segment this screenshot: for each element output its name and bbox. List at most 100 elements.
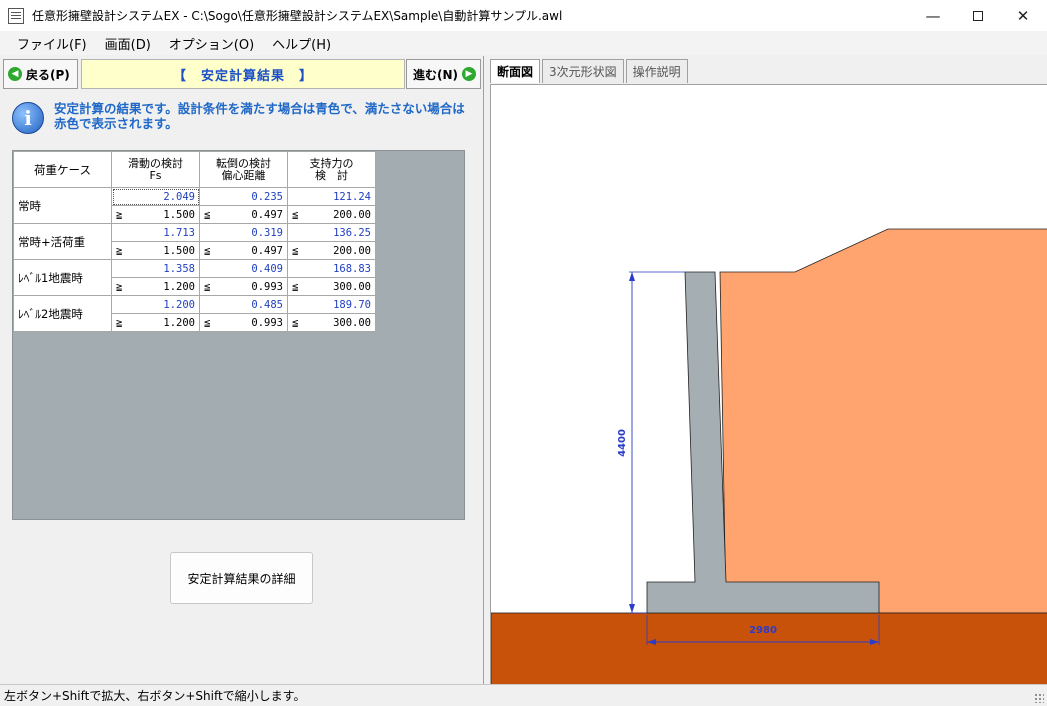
- result-cell[interactable]: 189.70: [287, 295, 376, 314]
- nav-row: ◀ 戻る(P) 【 安定計算結果 】 進む(N) ▶: [3, 59, 481, 89]
- height-dimension: [629, 271, 685, 614]
- result-cell[interactable]: 168.83: [287, 259, 376, 278]
- criteria-symbol: ≧: [116, 316, 123, 329]
- load-case-cell: 常時+活荷重: [13, 223, 112, 260]
- result-cell[interactable]: 1.713: [111, 223, 200, 242]
- table-row: 常時 2.049 0.235 121.24: [13, 187, 376, 224]
- arrow-left-icon: ◀: [8, 67, 22, 81]
- result-cell[interactable]: 1.200: [111, 295, 200, 314]
- result-cell[interactable]: 0.485: [199, 295, 288, 314]
- criteria-symbol: ≧: [116, 208, 123, 221]
- view-tabs: 断面図 3次元形状図 操作説明: [490, 59, 690, 83]
- criteria-symbol: ≦: [204, 244, 211, 257]
- criteria-cell[interactable]: ≦ 200.00: [287, 205, 376, 224]
- criteria-cell[interactable]: ≦ 0.993: [199, 277, 288, 296]
- forward-button[interactable]: 進む(N) ▶: [406, 59, 481, 89]
- results-table: 荷重ケース 滑動の検討 Fs 転倒の検討 偏心距離 支持力の検 討 常時 2.049…: [13, 151, 376, 332]
- result-cell[interactable]: 1.358: [111, 259, 200, 278]
- page-title: 【 安定計算結果 】: [81, 59, 405, 89]
- header-overturning: 転倒の検討 偏心距離: [199, 151, 288, 188]
- result-cell[interactable]: 0.319: [199, 223, 288, 242]
- menu-file[interactable]: ファイル(F): [8, 34, 96, 53]
- criteria-cell[interactable]: ≦ 0.497: [199, 241, 288, 260]
- criteria-value: 0.497: [251, 244, 283, 257]
- criteria-value: 0.497: [251, 208, 283, 221]
- result-cell[interactable]: 121.24: [287, 187, 376, 206]
- header-sublabel: Fs: [149, 168, 162, 182]
- criteria-value: 0.993: [251, 280, 283, 293]
- criteria-cell[interactable]: ≦ 0.497: [199, 205, 288, 224]
- criteria-value: 200.00: [333, 244, 371, 257]
- criteria-symbol: ≦: [204, 280, 211, 293]
- criteria-symbol: ≦: [292, 208, 299, 221]
- info-icon: i: [12, 102, 44, 134]
- forward-label: 進む(N): [412, 67, 458, 82]
- criteria-value: 1.200: [163, 316, 195, 329]
- title-bar: 任意形擁壁設計システムEX - C:\Sogo\任意形擁壁設計システムEX\Sa…: [0, 0, 1047, 31]
- criteria-symbol: ≦: [292, 244, 299, 257]
- result-cell[interactable]: 0.409: [199, 259, 288, 278]
- menu-view[interactable]: 画面(D): [96, 34, 160, 53]
- header-bearing: 支持力の検 討: [287, 151, 376, 188]
- section-drawing: 4400 2980: [490, 228, 1047, 686]
- header-load-case: 荷重ケース: [13, 151, 112, 188]
- criteria-value: 1.500: [163, 208, 195, 221]
- criteria-value: 300.00: [333, 316, 371, 329]
- maximize-button[interactable]: [955, 0, 1001, 31]
- close-button[interactable]: ✕: [1000, 0, 1046, 31]
- right-pane: 断面図 3次元形状図 操作説明 4400 2980: [486, 56, 1047, 686]
- result-cell[interactable]: 136.25: [287, 223, 376, 242]
- table-row: ﾚﾍﾞﾙ1地震時 1.358 0.409 168.83: [13, 259, 376, 296]
- criteria-symbol: ≧: [116, 244, 123, 257]
- header-sublabel: 検 討: [315, 168, 348, 182]
- status-text: 左ボタン+Shiftで拡大、右ボタン+Shiftで縮小します。: [4, 689, 306, 703]
- criteria-cell[interactable]: ≦ 300.00: [287, 313, 376, 332]
- criteria-cell[interactable]: ≧ 1.200: [111, 277, 200, 296]
- criteria-cell[interactable]: ≦ 0.993: [199, 313, 288, 332]
- arrow-right-icon: ▶: [462, 67, 476, 81]
- status-bar: 左ボタン+Shiftで拡大、右ボタン+Shiftで縮小します。: [0, 684, 1047, 706]
- criteria-value: 1.200: [163, 280, 195, 293]
- criteria-cell[interactable]: ≦ 300.00: [287, 277, 376, 296]
- left-pane: ◀ 戻る(P) 【 安定計算結果 】 進む(N) ▶ i 安定計算の結果です。設…: [0, 56, 484, 684]
- criteria-value: 0.993: [251, 316, 283, 329]
- header-sliding: 滑動の検討 Fs: [111, 151, 200, 188]
- maximize-icon: [973, 10, 983, 21]
- window-title: 任意形擁壁設計システムEX - C:\Sogo\任意形擁壁設計システムEX\Sa…: [32, 9, 563, 23]
- back-button[interactable]: ◀ 戻る(P): [3, 59, 78, 89]
- criteria-value: 1.500: [163, 244, 195, 257]
- info-message: 安定計算の結果です。設計条件を満たす場合は青色で、満たさない場合は赤色で表示され…: [54, 101, 465, 131]
- tab-section[interactable]: 断面図: [490, 59, 541, 83]
- result-cell[interactable]: 0.235: [199, 187, 288, 206]
- criteria-value: 300.00: [333, 280, 371, 293]
- tab-3d-shape[interactable]: 3次元形状図: [542, 59, 624, 83]
- criteria-cell[interactable]: ≦ 200.00: [287, 241, 376, 260]
- width-dimension-label: 2980: [749, 625, 777, 636]
- header-sublabel: 偏心距離: [221, 168, 266, 182]
- load-case-cell: ﾚﾍﾞﾙ2地震時: [13, 295, 112, 332]
- stability-detail-button[interactable]: 安定計算結果の詳細: [170, 552, 313, 604]
- menu-bar: ファイル(F) 画面(D) オプション(O) ヘルプ(H): [0, 31, 1047, 55]
- results-grid-area: 荷重ケース 滑動の検討 Fs 転倒の検討 偏心距離 支持力の検 討 常時 2.049…: [12, 150, 465, 520]
- result-cell[interactable]: 2.049: [111, 187, 200, 206]
- criteria-symbol: ≦: [292, 316, 299, 329]
- table-row: ﾚﾍﾞﾙ2地震時 1.200 0.485 189.70: [13, 295, 376, 332]
- criteria-cell[interactable]: ≧ 1.200: [111, 313, 200, 332]
- resize-grip-icon[interactable]: [1034, 693, 1044, 703]
- table-header-row: 荷重ケース 滑動の検討 Fs 転倒の検討 偏心距離 支持力の検 討: [13, 151, 376, 188]
- menu-help[interactable]: ヘルプ(H): [263, 34, 340, 53]
- tab-instructions[interactable]: 操作説明: [625, 59, 688, 83]
- criteria-value: 200.00: [333, 208, 371, 221]
- minimize-button[interactable]: —: [910, 0, 956, 31]
- criteria-cell[interactable]: ≧ 1.500: [111, 205, 200, 224]
- document-icon: [8, 7, 24, 24]
- height-dimension-label: 4400: [617, 429, 628, 457]
- criteria-symbol: ≧: [116, 280, 123, 293]
- section-canvas[interactable]: 4400 2980: [490, 84, 1047, 686]
- criteria-symbol: ≦: [204, 208, 211, 221]
- criteria-cell[interactable]: ≧ 1.500: [111, 241, 200, 260]
- menu-options[interactable]: オプション(O): [160, 34, 263, 53]
- table-row: 常時+活荷重 1.713 0.319 136.25: [13, 223, 376, 260]
- backfill-soil: [719, 228, 1047, 614]
- load-case-cell: 常時: [13, 187, 112, 224]
